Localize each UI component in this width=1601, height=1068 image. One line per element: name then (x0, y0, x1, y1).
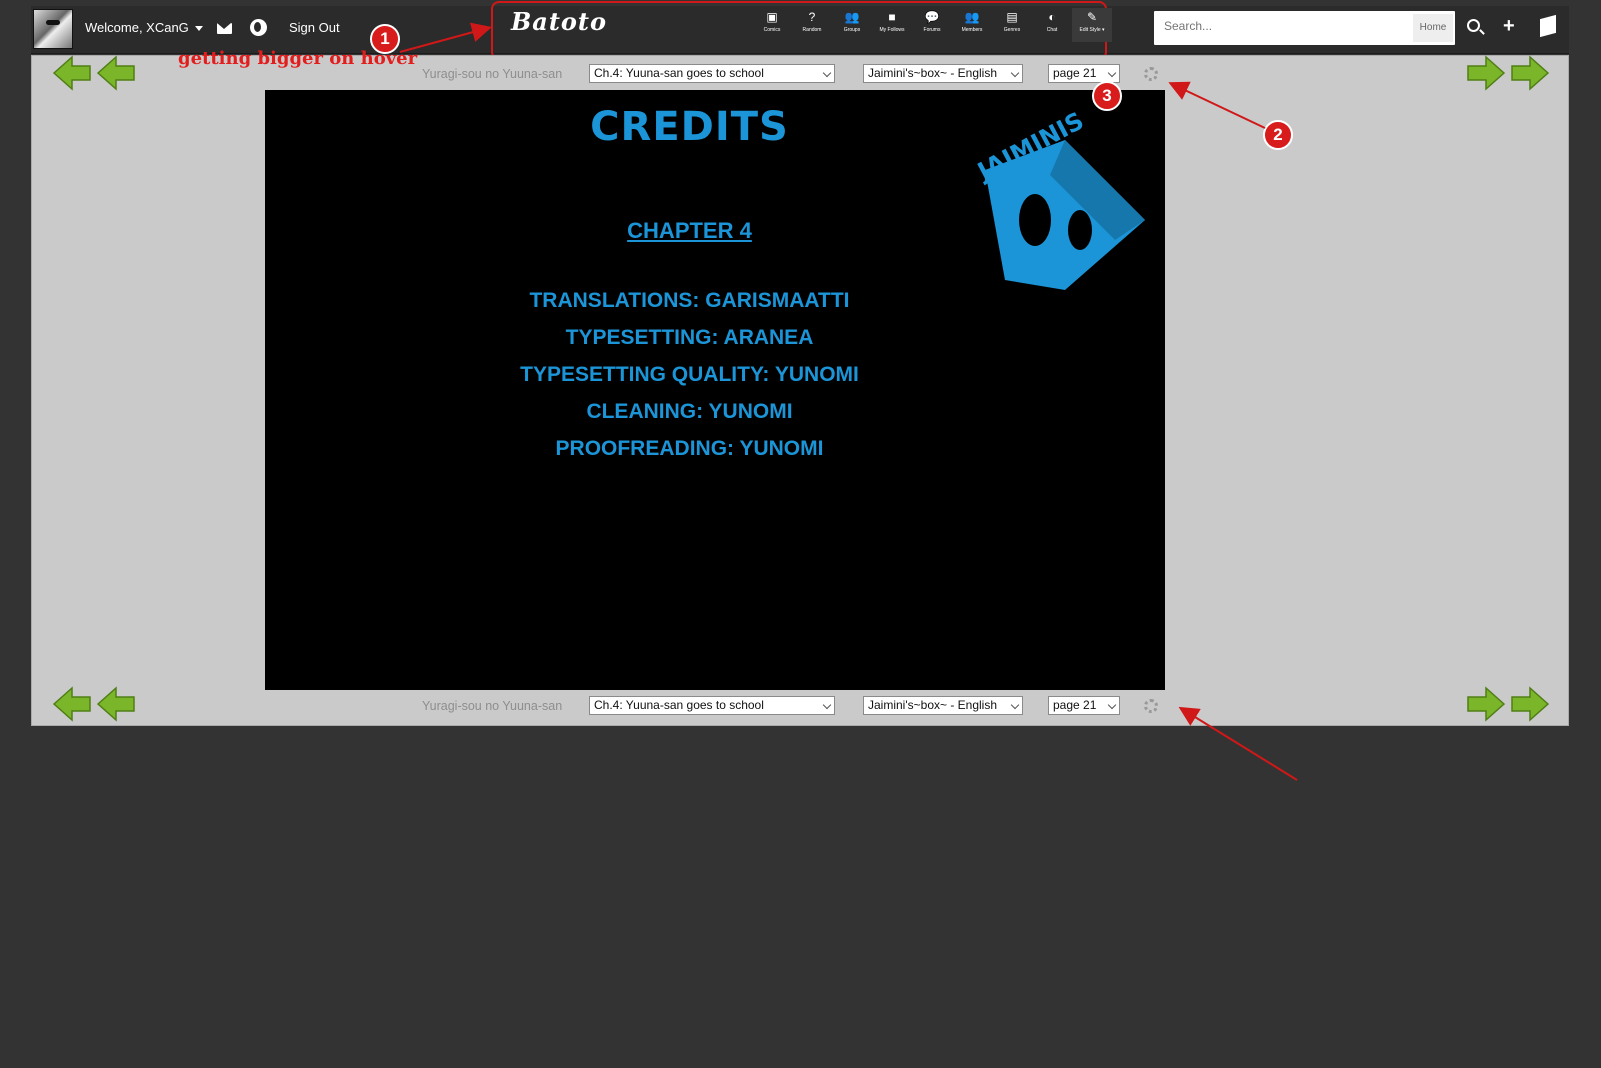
annotation-badge-3: 3 (1092, 81, 1122, 111)
comics-icon: ▣ (766, 10, 778, 24)
chapter-select[interactable]: Ch.4: Yuuna-san goes to school (589, 64, 835, 83)
members-icon: 👥 (964, 10, 980, 24)
prev-page-arrow[interactable] (96, 55, 136, 91)
brush-icon: ✎ (1086, 10, 1098, 24)
gear-icon[interactable] (1144, 67, 1158, 81)
sign-out-link[interactable]: Sign Out (289, 20, 340, 35)
credit-line: TYPESETTING QUALITY: YUNOMI (520, 363, 859, 386)
chevron-down-icon (822, 700, 832, 710)
reader-panel: Yuragi-sou no Yuuna-san Ch.4: Yuuna-san … (31, 55, 1569, 726)
credit-line: CLEANING: YUNOMI (586, 400, 793, 423)
search-input[interactable] (1164, 19, 1404, 33)
nav-random[interactable]: ? Random (792, 8, 832, 42)
search-scope-chip[interactable]: Home (1413, 14, 1453, 42)
left-arrow-icon (96, 686, 135, 722)
last-chapter-arrow[interactable] (1510, 686, 1550, 722)
chapter-select[interactable]: Ch.4: Yuuna-san goes to school (589, 696, 835, 715)
credit-line: PROOFREADING: YUNOMI (555, 437, 824, 460)
group-select[interactable]: Jaimini's~box~ - English (863, 64, 1023, 83)
nav-edit-style[interactable]: ✎ Edit Style ▾ (1072, 8, 1112, 42)
annotation-badge-2: 2 (1263, 120, 1293, 150)
first-chapter-arrow[interactable] (52, 55, 92, 91)
next-page-arrow[interactable] (1466, 55, 1506, 91)
nav-comics[interactable]: ▣ Comics (752, 8, 792, 42)
annotation-badge-1: 1 (370, 24, 400, 54)
first-chapter-arrow[interactable] (52, 686, 92, 722)
site-logo[interactable]: Batoto (511, 7, 607, 36)
prev-page-arrow[interactable] (96, 686, 136, 722)
globe-icon[interactable] (250, 19, 267, 36)
genres-icon: ▤ (1006, 10, 1018, 24)
manga-title: Yuragi-sou no Yuuna-san (422, 67, 563, 81)
chat-icon: ◐ (1048, 10, 1056, 24)
chevron-down-icon (1107, 68, 1117, 78)
chevron-down-icon (1010, 700, 1020, 710)
caret-down-icon (194, 26, 203, 32)
page-select[interactable]: page 21 (1048, 696, 1120, 715)
welcome-label: Welcome, XCanG (85, 20, 189, 35)
last-chapter-arrow[interactable] (1510, 55, 1550, 91)
right-arrow-icon (1467, 55, 1506, 91)
nav-chat[interactable]: ◐ Chat (1032, 8, 1072, 42)
jaimini-box-logo: JAIMINIS (971, 107, 1145, 290)
double-right-arrow-icon (1511, 55, 1550, 91)
follows-icon: ■ (888, 10, 896, 24)
groups-icon: 👥 (844, 10, 860, 24)
chevron-down-icon (1010, 68, 1020, 78)
nav-groups[interactable]: 👥 Groups (832, 8, 872, 42)
double-left-arrow-icon (52, 686, 91, 722)
nav-forums[interactable]: 💬 Forums (912, 8, 952, 42)
manga-title: Yuragi-sou no Yuuna-san (422, 699, 563, 713)
double-right-arrow-icon (1511, 686, 1550, 722)
left-arrow-icon (96, 55, 135, 91)
group-select[interactable]: Jaimini's~box~ - English (863, 696, 1023, 715)
chevron-down-icon (1107, 700, 1117, 710)
right-arrow-icon (1467, 686, 1506, 722)
chevron-down-icon (822, 68, 832, 78)
manga-page-image[interactable]: CREDITS CHAPTER 4 TRANSLATIONS: GARISMAA… (265, 90, 1165, 690)
forums-icon: 💬 (924, 10, 940, 24)
search-icon[interactable] (1467, 19, 1480, 32)
credit-line: TYPESETTING: ARANEA (565, 326, 814, 349)
next-page-arrow[interactable] (1466, 686, 1506, 722)
welcome-menu[interactable]: Welcome, XCanG (85, 20, 203, 35)
user-avatar[interactable] (33, 9, 73, 49)
double-left-arrow-icon (52, 55, 91, 91)
nav-genres[interactable]: ▤ Genres (992, 8, 1032, 42)
main-nav: ▣ Comics ? Random 👥 Groups ■ My Follows 💬 For… (752, 8, 1112, 42)
plus-icon[interactable]: + (1503, 16, 1515, 36)
nav-members[interactable]: 👥 Members (952, 8, 992, 42)
random-icon: ? (808, 10, 816, 24)
page-select[interactable]: page 21 (1048, 64, 1120, 83)
search-box: Home (1154, 11, 1455, 45)
gear-icon[interactable] (1144, 699, 1158, 713)
nav-my-follows[interactable]: ■ My Follows (872, 8, 912, 42)
mail-icon[interactable] (217, 23, 232, 34)
reader-controls-bottom: Yuragi-sou no Yuuna-san Ch.4: Yuuna-san … (32, 696, 1568, 718)
